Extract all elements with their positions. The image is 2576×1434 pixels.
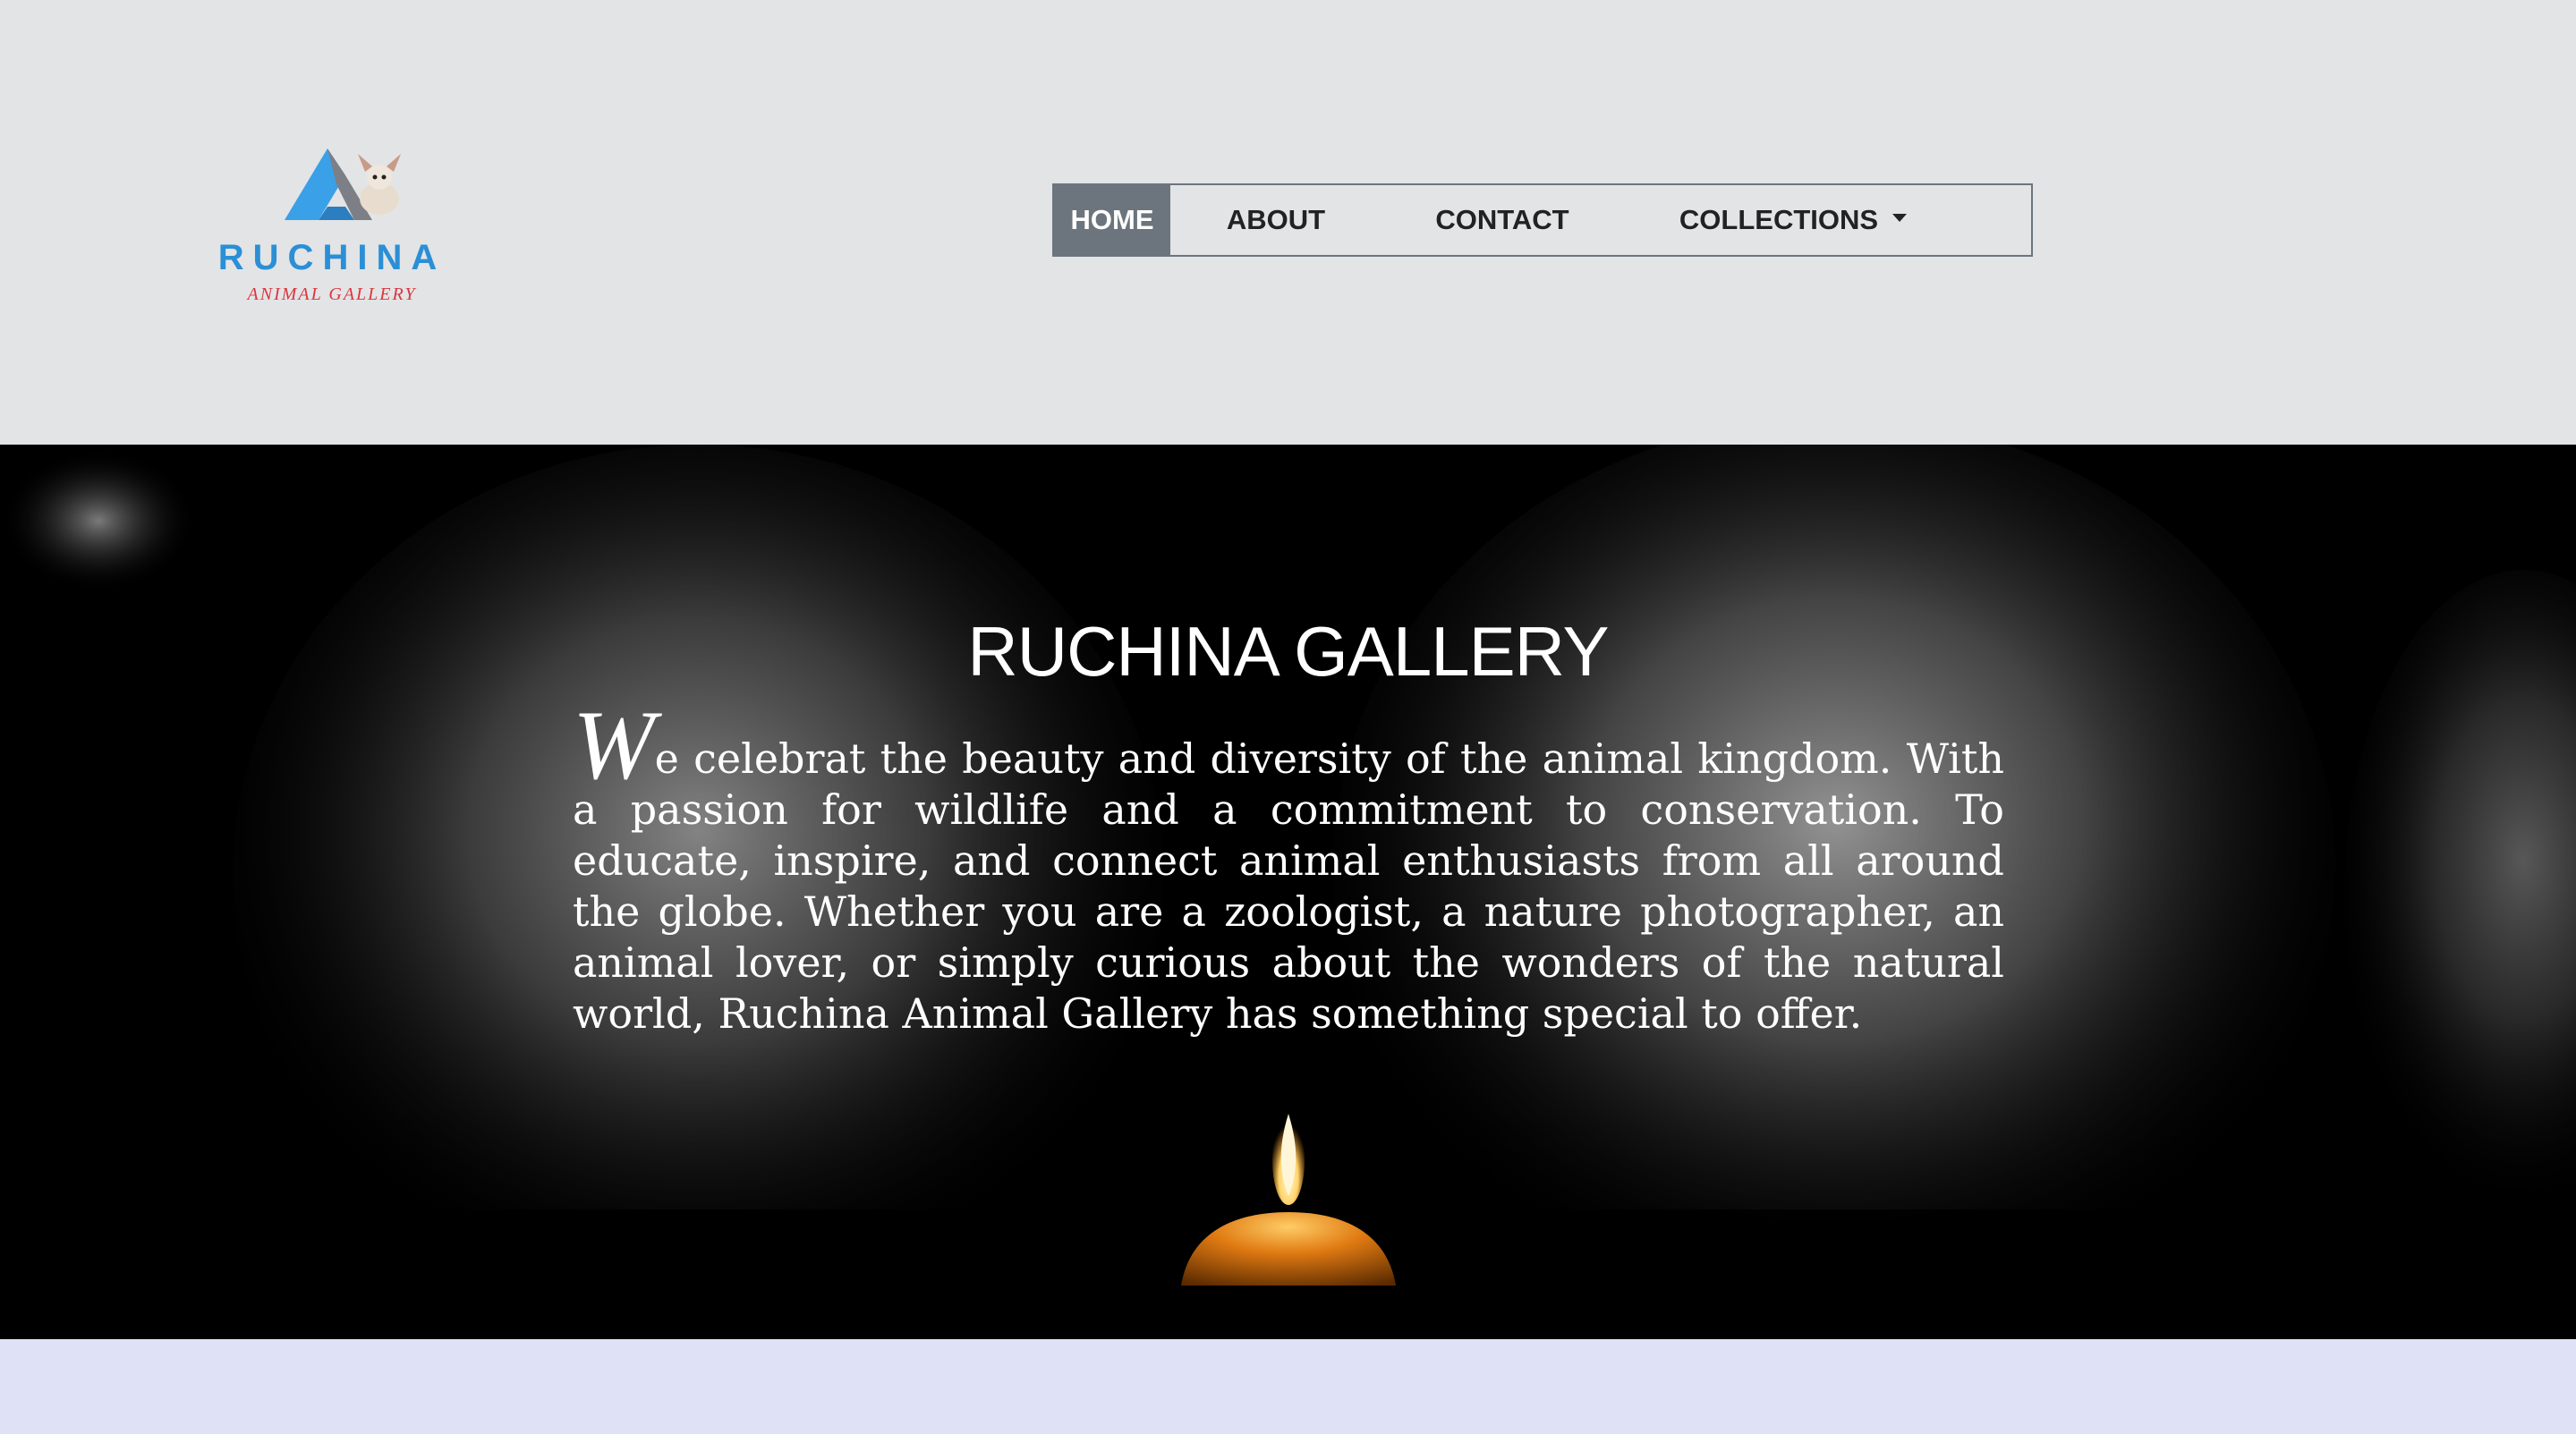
candle-icon [1181, 1114, 1396, 1286]
site-header: RUCHINA ANIMAL GALLERY HOME ABOUT CONTAC… [0, 0, 2576, 445]
hero-banner: RUCHINA GALLERY We celebrat the beauty a… [0, 445, 2576, 1339]
main-nav: HOME ABOUT CONTACT COLLECTIONS [1052, 183, 2033, 257]
caret-down-icon [1892, 213, 1908, 222]
logo-mark-icon [285, 148, 401, 220]
site-logo[interactable]: RUCHINA ANIMAL GALLERY [211, 116, 453, 313]
hero-description: We celebrat the beauty and diversity of … [573, 696, 2004, 1039]
nav-item-collections[interactable]: COLLECTIONS [1623, 185, 1963, 255]
hero-paragraph: e celebrat the beauty and diversity of t… [573, 734, 2004, 1038]
hero-title: RUCHINA GALLERY [967, 612, 1609, 691]
nav-item-contact[interactable]: CONTACT [1382, 185, 1623, 255]
logo-tagline: ANIMAL GALLERY [247, 284, 417, 304]
nav-item-about[interactable]: ABOUT [1170, 185, 1382, 255]
logo-brand-text: RUCHINA [217, 238, 446, 277]
nav-item-home[interactable]: HOME [1054, 185, 1170, 255]
hero-dropcap: W [573, 691, 655, 800]
nav-item-collections-label: COLLECTIONS [1679, 204, 1879, 235]
